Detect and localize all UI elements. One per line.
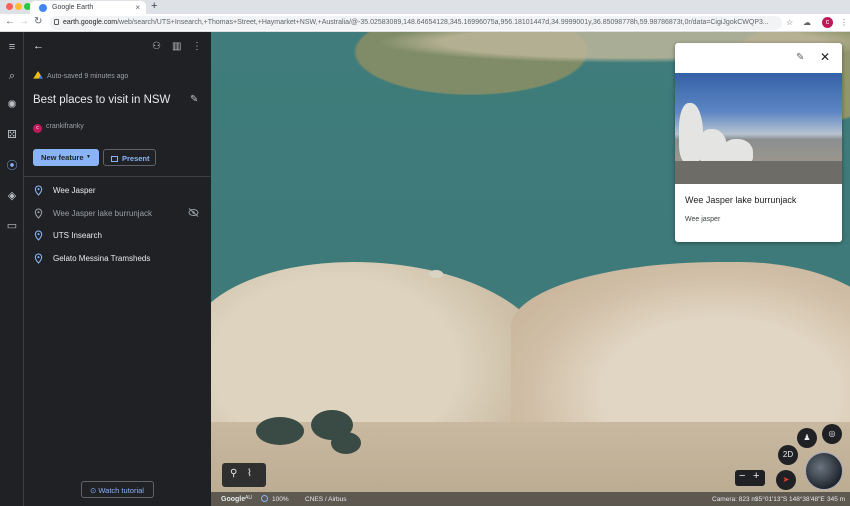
feature-info-card: ✎ ✕ Wee Jasper lake burrunjack Wee jaspe… [675,43,842,242]
globe-minimap[interactable] [805,452,843,490]
location-pin-icon [34,253,43,264]
tab-close-icon[interactable]: × [135,3,140,12]
location-pin-icon [34,208,43,219]
forward-arrow-icon[interactable]: → [19,16,29,27]
camera-altitude: Camera: 823 m [712,496,757,503]
map-status-bar: Google AU 100% CNES / Airbus Camera: 823… [211,492,850,506]
compass-icon[interactable]: ➤ [776,470,796,490]
map-style-icon[interactable]: ◈ [3,187,21,205]
project-title: Best places to visit in NSW [33,94,171,106]
back-arrow-icon[interactable]: ← [33,40,44,52]
close-icon[interactable]: ✕ [820,50,830,64]
google-earth-favicon-icon [39,4,47,12]
feature-item[interactable]: Wee Jasper lake burrunjack [24,204,211,224]
cursor-coordinates: 35°01'13"S 148°38'48"E [755,496,825,503]
view-toggle-button[interactable]: 2D [778,445,798,465]
new-tab-button[interactable]: + [151,0,157,12]
tree-cluster [331,432,361,454]
feature-label: Wee Jasper lake burrunjack [53,209,153,218]
delete-icon[interactable]: ▥ [172,41,181,52]
photo-foreground [675,161,842,184]
feeling-lucky-icon[interactable]: ⚄ [3,126,21,144]
project-panel: ← ⚇ ▥ ⋮ Auto-saved 9 minutes ago Best pl… [24,32,211,506]
new-feature-button[interactable]: New feature ▼ [33,149,99,166]
edit-icon[interactable]: ✎ [796,52,804,63]
dropdown-caret-icon: ▼ [86,154,91,160]
extension-icon[interactable]: ☁ [803,18,811,27]
loading-circle-icon [261,495,268,502]
reload-icon[interactable]: ↻ [34,16,42,27]
zoom-in-button[interactable]: + [753,470,759,482]
zoom-control: − + [735,470,765,486]
url-path: /web/search/UTS+Insearch,+Thomas+Street,… [117,19,769,26]
browser-tab[interactable]: Google Earth × [30,1,146,14]
feature-photo [675,73,842,184]
zoom-out-button[interactable]: − [739,470,745,482]
add-placemark-icon[interactable]: ⚲ [230,468,237,479]
location-pin-icon [34,185,43,196]
my-location-icon[interactable]: ◎ [822,424,842,444]
feature-label: Wee Jasper [53,186,96,195]
present-button[interactable]: Present [103,149,156,166]
tree-cluster [256,417,304,445]
projects-icon[interactable]: ⦿ [3,157,21,175]
divider [24,176,211,177]
project-owner: c crankifranky [33,123,84,133]
browser-toolbar: ← → ↻ earth.google.com/web/search/UTS+In… [0,14,850,32]
watch-tutorial-button[interactable]: ⊙ Watch tutorial [81,481,154,498]
earth-nav-rail: ≡ ⌕ ✺ ⚄ ⦿ ◈ ▭ [0,32,24,506]
location-pin-icon [34,230,43,241]
tab-bar: Google Earth × + [0,0,850,14]
browser-menu-icon[interactable]: ⋮ [840,18,848,27]
visibility-off-icon[interactable] [188,208,199,217]
search-icon[interactable]: ⌕ [3,67,21,85]
back-arrow-icon[interactable]: ← [5,16,15,27]
url-host: earth.google.com [63,19,118,26]
lock-icon [54,19,59,25]
feature-item[interactable]: Gelato Messina Tramsheds [24,249,211,269]
autosave-status: Auto-saved 9 minutes ago [33,71,128,80]
elevation: 345 m [827,496,846,503]
draw-path-icon[interactable]: ⌇ [247,468,252,479]
profile-avatar[interactable]: c [822,17,833,28]
present-label: Present [122,154,150,163]
minimize-window-button[interactable] [15,3,22,10]
google-drive-icon [33,71,43,79]
load-progress: 100% [272,496,289,503]
owner-name: crankifranky [46,123,84,130]
feature-label: Gelato Messina Tramsheds [53,254,151,263]
voyager-icon[interactable]: ✺ [3,96,21,114]
bookmark-star-icon[interactable]: ☆ [786,18,793,27]
watch-tutorial-label: Watch tutorial [98,486,144,495]
feature-item[interactable]: UTS Insearch [24,226,211,246]
imagery-attribution[interactable]: CNES / Airbus [305,496,347,503]
autosave-text: Auto-saved 9 minutes ago [47,73,129,80]
feature-item[interactable]: Wee Jasper [24,181,211,201]
new-feature-label: New feature [41,153,84,162]
share-person-add-icon[interactable]: ⚇ [152,41,161,52]
map-tools: ⚲ ⌇ [222,463,266,487]
tab-title: Google Earth [52,4,94,11]
menu-icon[interactable]: ≡ [3,38,21,56]
close-window-button[interactable] [6,3,13,10]
more-options-icon[interactable]: ⋮ [192,41,202,52]
address-bar[interactable]: earth.google.com/web/search/UTS+Insearch… [50,16,782,30]
edit-title-icon[interactable]: ✎ [190,94,198,105]
card-description: Wee jasper [685,216,721,223]
browser-window: Google Earth × + ← → ↻ earth.google.com/… [0,0,850,506]
google-brand-region: AU [245,495,252,501]
feature-label: UTS Insearch [53,231,102,240]
owner-avatar: c [33,124,42,133]
google-brand: Google [221,496,246,503]
present-icon [111,156,118,162]
card-title: Wee Jasper lake burrunjack [685,195,797,205]
rock-outcrop [429,270,443,278]
street-view-pegman-icon[interactable]: ♟ [797,428,817,448]
measure-icon[interactable]: ▭ [3,217,21,235]
